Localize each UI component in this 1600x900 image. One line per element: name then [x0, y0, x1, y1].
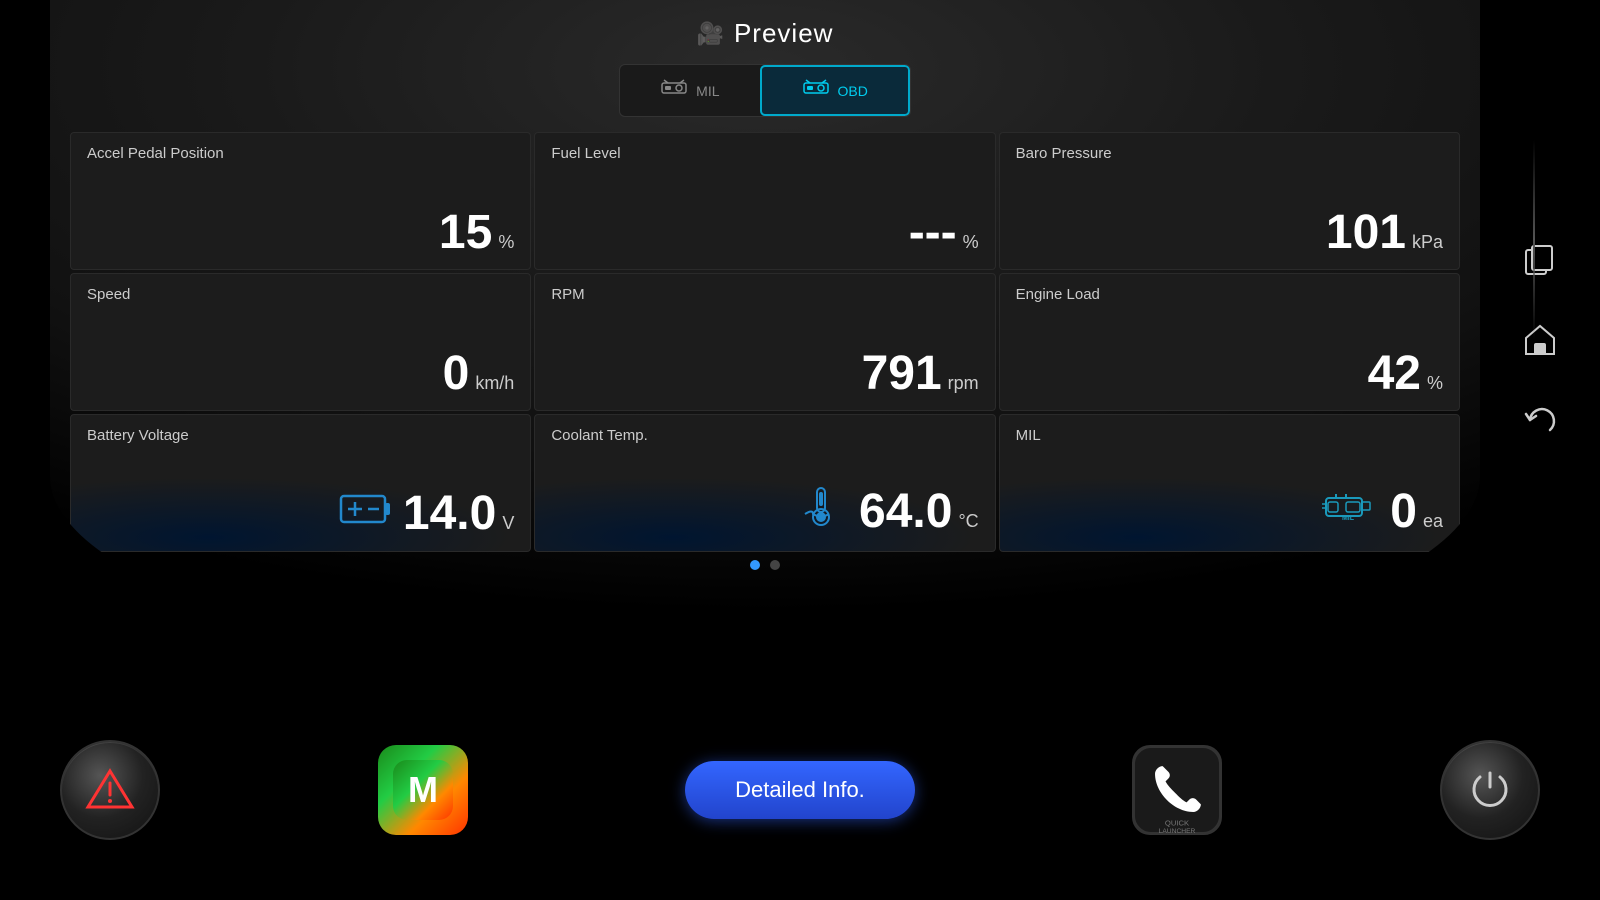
svg-text:QUICK: QUICK [1165, 818, 1189, 827]
sidebar-right [1480, 0, 1600, 680]
back-button[interactable] [1515, 395, 1565, 445]
tab-mil[interactable]: MIL [620, 65, 759, 116]
alert-button[interactable] [60, 740, 160, 840]
svg-text:MIL: MIL [1342, 515, 1355, 522]
power-button[interactable] [1440, 740, 1540, 840]
card-battery-label: Battery Voltage [87, 427, 514, 444]
header: 🎥 Preview [50, 0, 1480, 59]
maps-button[interactable]: M [373, 740, 473, 840]
taskbar: M Detailed Info. QUICK LAUNCHER [0, 680, 1600, 900]
camera-icon: 🎥 [697, 21, 724, 47]
card-speed-unit: km/h [475, 373, 514, 394]
svg-text:LAUNCHER: LAUNCHER [1159, 828, 1196, 835]
card-baro-pressure-unit: kPa [1412, 232, 1443, 253]
battery-icon [339, 489, 391, 539]
card-speed: Speed 0 km/h [70, 273, 531, 411]
card-speed-label: Speed [87, 286, 514, 303]
obd-tab-label: OBD [838, 83, 868, 99]
card-battery-voltage: Battery Voltage 14.0 V [70, 414, 531, 552]
card-coolant-value: 64.0 [859, 488, 952, 536]
phone-button[interactable]: QUICK LAUNCHER [1127, 740, 1227, 840]
phone-icon: QUICK LAUNCHER [1132, 745, 1222, 835]
sidebar-divider [1533, 140, 1535, 340]
card-coolant-label: Coolant Temp. [551, 427, 978, 444]
card-fuel-level-unit: % [963, 232, 979, 253]
home-button[interactable] [1515, 315, 1565, 365]
card-baro-pressure-value: 101 [1326, 209, 1406, 257]
svg-text:M: M [408, 769, 438, 810]
pagination-dot-2[interactable] [770, 560, 780, 570]
card-coolant-temp: Coolant Temp. 64.0 °C [534, 414, 995, 552]
card-rpm-label: RPM [551, 286, 978, 303]
card-engine-load-value: 42 [1368, 350, 1421, 398]
card-rpm-value: 791 [862, 350, 942, 398]
card-coolant-unit: °C [958, 511, 978, 532]
data-grid: Accel Pedal Position 15 % Fuel Level ---… [70, 132, 1460, 552]
mil-engine-icon: MIL [1318, 484, 1378, 539]
detailed-info-button[interactable]: Detailed Info. [685, 761, 915, 819]
card-engine-load: Engine Load 42 % [999, 273, 1460, 411]
card-battery-value: 14.0 [403, 490, 496, 538]
card-accel-pedal-unit: % [498, 232, 514, 253]
dashboard-arch: 🎥 Preview MIL [50, 0, 1480, 680]
tab-obd[interactable]: OBD [760, 65, 910, 116]
card-engine-load-label: Engine Load [1016, 286, 1443, 303]
thermometer-icon [795, 484, 847, 539]
card-fuel-level-value: --- [909, 209, 957, 257]
pagination-dot-1[interactable] [750, 560, 760, 570]
pagination [50, 560, 1480, 570]
card-mil-value: 0 [1390, 488, 1417, 536]
maps-icon: M [378, 745, 468, 835]
obd-tab-icon [802, 77, 830, 104]
card-fuel-level: Fuel Level --- % [534, 132, 995, 270]
card-rpm-unit: rpm [948, 373, 979, 394]
card-accel-pedal-label: Accel Pedal Position [87, 145, 514, 162]
card-baro-pressure: Baro Pressure 101 kPa [999, 132, 1460, 270]
card-fuel-level-label: Fuel Level [551, 145, 978, 162]
card-mil-label: MIL [1016, 427, 1443, 444]
mil-tab-label: MIL [696, 83, 719, 99]
copy-button[interactable] [1515, 235, 1565, 285]
header-title: Preview [734, 18, 833, 49]
detailed-info-label: Detailed Info. [735, 777, 865, 802]
card-mil: MIL MIL [999, 414, 1460, 552]
card-mil-unit: ea [1423, 511, 1443, 532]
card-baro-pressure-label: Baro Pressure [1016, 145, 1443, 162]
mil-tab-icon [660, 77, 688, 104]
tab-bar: MIL OBD [50, 64, 1480, 117]
card-engine-load-unit: % [1427, 373, 1443, 394]
card-battery-unit: V [502, 513, 514, 534]
card-accel-pedal-value: 15 [439, 209, 492, 257]
card-rpm: RPM 791 rpm [534, 273, 995, 411]
card-speed-value: 0 [443, 350, 470, 398]
card-accel-pedal: Accel Pedal Position 15 % [70, 132, 531, 270]
